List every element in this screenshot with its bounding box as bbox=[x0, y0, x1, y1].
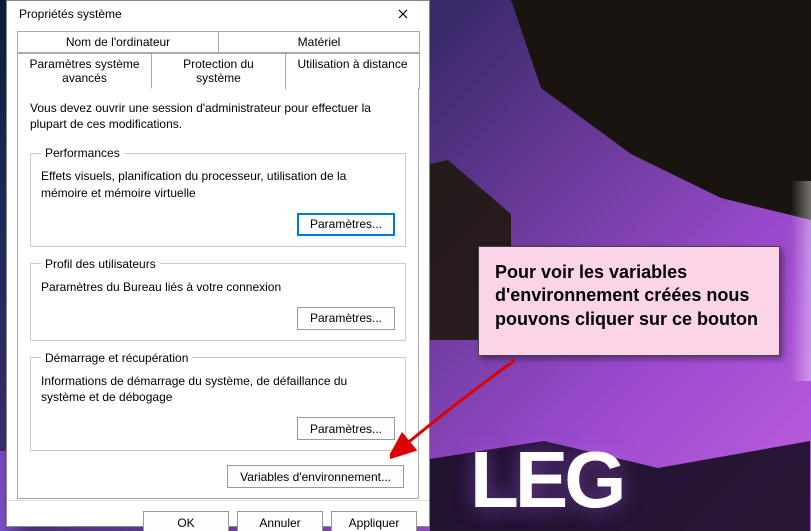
system-properties-dialog: Propriétés système Nom de l'ordinateur M… bbox=[6, 0, 430, 527]
cancel-button[interactable]: Annuler bbox=[237, 511, 323, 531]
tab-remote[interactable]: Utilisation à distance bbox=[285, 53, 420, 89]
close-button[interactable] bbox=[385, 1, 421, 27]
bg-logo-text: LEG bbox=[470, 434, 622, 526]
desktop-background: LEG Propriétés système Nom de l'ordinate… bbox=[0, 0, 811, 531]
performance-group: Performances Effets visuels, planificati… bbox=[30, 146, 406, 246]
tab-system-protection[interactable]: Protection du système bbox=[151, 53, 286, 89]
startup-recovery-legend: Démarrage et récupération bbox=[41, 351, 192, 365]
startup-recovery-settings-button[interactable]: Paramètres... bbox=[297, 417, 395, 440]
user-profiles-desc: Paramètres du Bureau liés à votre connex… bbox=[41, 279, 395, 295]
admin-notice: Vous devez ouvrir une session d'administ… bbox=[30, 100, 406, 132]
startup-recovery-group: Démarrage et récupération Informations d… bbox=[30, 351, 406, 451]
bg-glow bbox=[791, 181, 811, 381]
tab-strip: Nom de l'ordinateur Matériel Paramètres … bbox=[17, 31, 419, 89]
dialog-button-row: OK Annuler Appliquer bbox=[7, 500, 429, 531]
titlebar: Propriétés système bbox=[7, 1, 429, 27]
tab-advanced[interactable]: Paramètres système avancés bbox=[17, 53, 152, 89]
ok-button[interactable]: OK bbox=[143, 511, 229, 531]
window-title: Propriétés système bbox=[19, 7, 122, 21]
bg-rock bbox=[511, 0, 811, 220]
user-profiles-settings-button[interactable]: Paramètres... bbox=[297, 307, 395, 330]
user-profiles-legend: Profil des utilisateurs bbox=[41, 257, 160, 271]
tab-computer-name[interactable]: Nom de l'ordinateur bbox=[17, 31, 219, 53]
performance-legend: Performances bbox=[41, 146, 124, 160]
startup-recovery-desc: Informations de démarrage du système, de… bbox=[41, 373, 395, 405]
tab-hardware[interactable]: Matériel bbox=[218, 31, 420, 53]
annotation-callout: Pour voir les variables d'environnement … bbox=[478, 246, 780, 356]
user-profiles-group: Profil des utilisateurs Paramètres du Bu… bbox=[30, 257, 406, 341]
performance-desc: Effets visuels, planification du process… bbox=[41, 168, 395, 200]
advanced-tab-panel: Vous devez ouvrir une session d'administ… bbox=[17, 88, 419, 499]
close-icon bbox=[398, 9, 408, 19]
environment-variables-button[interactable]: Variables d'environnement... bbox=[227, 465, 404, 488]
performance-settings-button[interactable]: Paramètres... bbox=[297, 213, 395, 236]
apply-button[interactable]: Appliquer bbox=[331, 511, 417, 531]
